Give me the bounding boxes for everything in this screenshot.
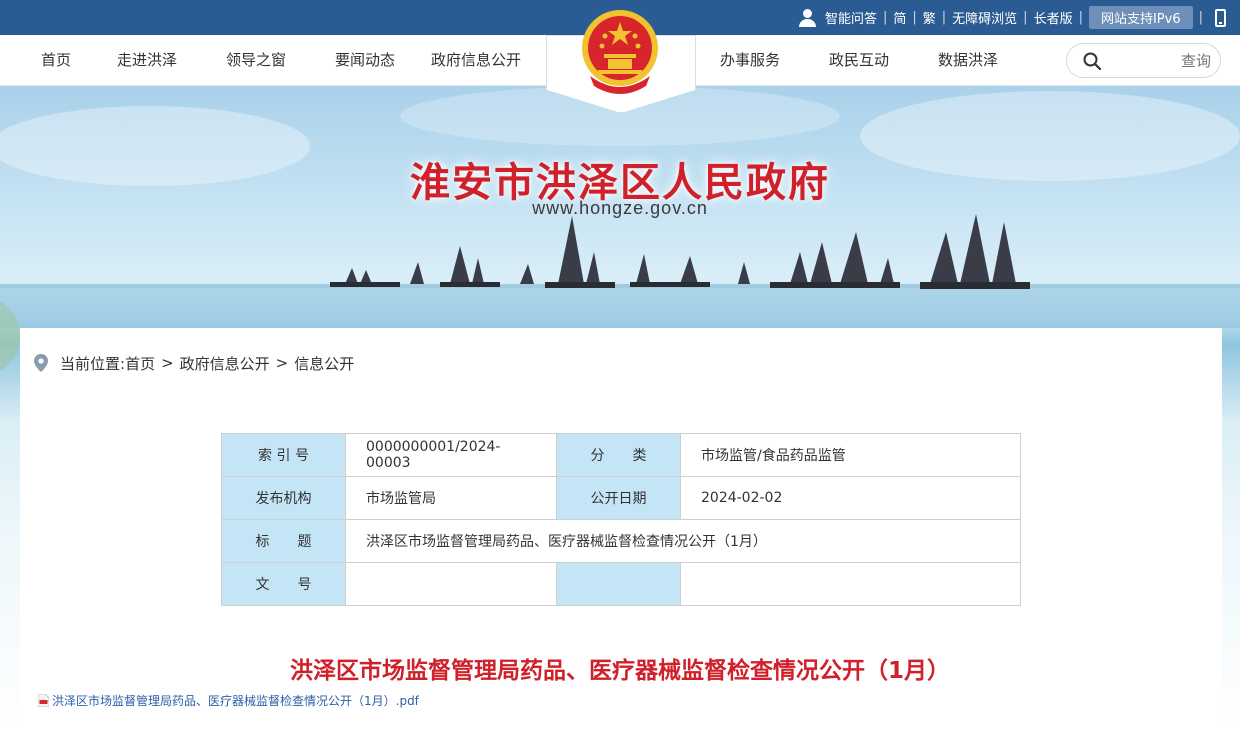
search-icon[interactable] <box>1083 52 1101 70</box>
breadcrumb-separator: > <box>161 354 174 372</box>
publisher-value: 市场监管局 <box>345 476 557 520</box>
nav-gov-info-disclosure[interactable]: 政府信息公开 <box>431 35 521 86</box>
divider: | <box>941 10 947 25</box>
traditional-chinese-link[interactable]: 繁 <box>923 8 936 27</box>
breadcrumb-separator: > <box>275 354 289 372</box>
divider: | <box>912 10 917 25</box>
breadcrumb: 当前位置: 首页 > 政府信息公开 > 信息公开 <box>34 352 354 374</box>
accessibility-link[interactable]: 无障碍浏览 <box>952 8 1017 27</box>
pdf-file-icon <box>38 694 49 707</box>
nav-home[interactable]: 首页 <box>41 35 71 86</box>
publish-date-value: 2024-02-02 <box>680 476 1021 520</box>
attachment-filename[interactable]: 洪泽区市场监督管理局药品、医疗器械监督检查情况公开（1月）.pdf <box>52 692 419 709</box>
divider: | <box>882 10 888 25</box>
divider: | <box>1198 10 1203 25</box>
document-number-value <box>345 562 557 606</box>
document-title: 洪泽区市场监督管理局药品、医疗器械监督检查情况公开（1月） <box>289 658 950 684</box>
category-value: 市场监管/食品药品监管 <box>680 433 1021 477</box>
table-row: 文 号 <box>221 562 1021 606</box>
divider: | <box>1023 10 1028 25</box>
nav-interaction[interactable]: 政民互动 <box>829 35 889 86</box>
national-emblem-icon[interactable] <box>578 6 662 98</box>
simplified-chinese-link[interactable]: 简 <box>893 8 906 27</box>
table-row: 标 题 洪泽区市场监督管理局药品、医疗器械监督检查情况公开（1月） <box>221 519 1021 563</box>
breadcrumb-gov-info[interactable]: 政府信息公开 <box>180 353 270 374</box>
breadcrumb-prefix: 当前位置: <box>60 354 126 373</box>
ipv6-badge: 网站支持IPv6 <box>1088 6 1193 29</box>
smart-qa-link[interactable]: 智能问答 <box>825 8 877 27</box>
nav-services[interactable]: 办事服务 <box>720 35 780 86</box>
nav-data[interactable]: 数据洪泽 <box>938 35 998 86</box>
search-box[interactable] <box>1066 43 1221 78</box>
user-icon[interactable] <box>798 8 816 27</box>
breadcrumb-info-disclosure[interactable]: 信息公开 <box>294 353 354 374</box>
document-metadata-table: 索 引 号 0000000001/2024-00003 分 类 市场监管/食品药… <box>221 433 1021 606</box>
document-number-label: 文 号 <box>221 562 346 606</box>
index-number-value: 0000000001/2024-00003 <box>345 433 557 477</box>
empty-value <box>680 562 1021 606</box>
search-input[interactable] <box>1111 50 1211 72</box>
utility-links: 智能问答 | 简 | 繁 | 无障碍浏览 | 长者版 | 网站支持IPv6 | <box>798 0 1226 35</box>
table-row: 发布机构 市场监管局 公开日期 2024-02-02 <box>221 476 1021 520</box>
nav-news[interactable]: 要闻动态 <box>335 35 395 86</box>
title-value: 洪泽区市场监督管理局药品、医疗器械监督检查情况公开（1月） <box>345 519 1021 563</box>
location-pin-icon <box>34 354 48 372</box>
divider: | <box>1078 10 1083 25</box>
attachment-link[interactable]: 洪泽区市场监督管理局药品、医疗器械监督检查情况公开（1月）.pdf <box>38 692 419 709</box>
nav-leadership[interactable]: 领导之窗 <box>226 35 286 86</box>
site-url: www.hongze.gov.cn <box>532 198 708 218</box>
index-number-label: 索 引 号 <box>221 433 346 477</box>
elder-mode-link[interactable]: 长者版 <box>1034 8 1073 27</box>
table-row: 索 引 号 0000000001/2024-00003 分 类 市场监管/食品药… <box>221 433 1021 477</box>
category-label: 分 类 <box>556 433 681 477</box>
title-label: 标 题 <box>221 519 346 563</box>
breadcrumb-home[interactable]: 首页 <box>125 353 155 374</box>
nav-about-hongze[interactable]: 走进洪泽 <box>117 35 177 86</box>
publisher-label: 发布机构 <box>221 476 346 520</box>
mobile-phone-icon[interactable] <box>1215 8 1226 27</box>
publish-date-label: 公开日期 <box>556 476 681 520</box>
empty-label <box>556 562 681 606</box>
